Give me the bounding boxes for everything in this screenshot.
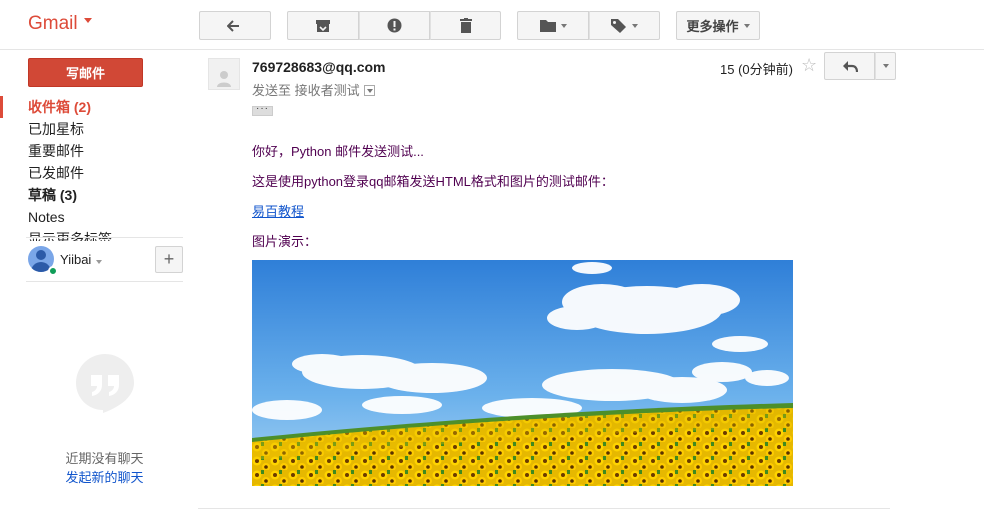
sidebar-item-important[interactable]: 重要邮件 <box>0 140 190 162</box>
no-recent-chats-text: 近期没有聊天 <box>65 451 144 466</box>
move-to-button[interactable] <box>517 11 589 40</box>
report-spam-icon <box>387 18 402 33</box>
gmail-logo-text: Gmail <box>28 13 78 34</box>
back-button[interactable] <box>199 11 271 40</box>
report-spam-button[interactable] <box>359 11 430 40</box>
chevron-down-icon <box>560 23 567 28</box>
labels-button[interactable] <box>589 11 660 40</box>
archive-button[interactable] <box>287 11 359 40</box>
online-status-icon <box>48 266 58 276</box>
sidebar-nav: 收件箱 (2) 已加星标 重要邮件 已发邮件 草稿 (3) Notes 显示更多… <box>0 96 190 241</box>
label-tag-icon <box>611 18 626 33</box>
message-bottom-divider <box>198 508 890 509</box>
star-icon[interactable]: ☆ <box>801 55 817 76</box>
trash-icon <box>459 18 472 33</box>
sidebar-item-more-labels[interactable]: 显示更多标签 <box>0 228 190 241</box>
hangouts-user-row: Yiibai + <box>26 244 183 282</box>
sunflower-field-image <box>252 260 793 486</box>
message-time: 15 (0分钟前) <box>720 62 793 77</box>
chevron-down-icon <box>96 260 103 264</box>
sidebar-item-drafts[interactable]: 草稿 (3) <box>0 184 190 206</box>
body-greeting: 你好，Python 邮件发送测试... <box>252 144 424 159</box>
chevron-down-icon <box>743 23 750 28</box>
message-actions-group <box>287 11 501 40</box>
chevron-down-icon <box>83 18 92 24</box>
default-person-icon <box>217 71 231 87</box>
archive-icon <box>316 19 330 32</box>
reply-button-group <box>824 52 896 80</box>
user-name-menu[interactable]: Yiibai <box>60 252 103 267</box>
reply-arrow-icon <box>842 60 858 72</box>
sidebar-item-notes[interactable]: Notes <box>0 206 190 228</box>
chevron-down-icon <box>882 64 889 68</box>
sidebar-item-starred[interactable]: 已加星标 <box>0 118 190 140</box>
top-toolbar: Gmail 更多操作 <box>0 0 984 50</box>
folder-icon <box>539 20 556 32</box>
delete-button[interactable] <box>430 11 501 40</box>
new-chat-plus-button[interactable]: + <box>155 246 183 273</box>
recipient-line: 发送至 接收者测试 <box>252 80 375 99</box>
more-actions-label: 更多操作 <box>686 19 739 34</box>
back-arrow-icon <box>227 19 239 32</box>
sidebar-divider <box>26 237 183 238</box>
sender-email[interactable]: 769728683@qq.com <box>252 59 386 75</box>
more-actions-button[interactable]: 更多操作 <box>676 11 760 40</box>
start-new-chat-link[interactable]: 发起新的聊天 <box>26 467 183 486</box>
body-link[interactable]: 易百教程 <box>252 201 304 220</box>
recipient-text: 发送至 接收者测试 <box>252 83 360 98</box>
user-name: Yiibai <box>60 252 92 267</box>
more-reply-options-button[interactable] <box>875 52 896 80</box>
hangouts-icon <box>76 354 134 413</box>
compose-button[interactable]: 写邮件 <box>28 58 143 87</box>
avatar-head <box>36 250 46 260</box>
gmail-logo-menu[interactable]: Gmail <box>28 13 92 35</box>
body-image-caption: 图片演示： <box>252 234 318 249</box>
sender-avatar <box>208 58 240 90</box>
sidebar-item-sent[interactable]: 已发邮件 <box>0 162 190 184</box>
chevron-down-icon <box>632 23 638 28</box>
show-details-dropdown[interactable] <box>363 85 375 96</box>
sidebar-item-inbox[interactable]: 收件箱 (2) <box>0 96 190 118</box>
reply-button[interactable] <box>824 52 875 80</box>
organize-group <box>517 11 660 40</box>
body-intro: 这是使用python登录qq邮箱发送HTML格式和图片的测试邮件： <box>252 174 614 189</box>
show-trimmed-content-button[interactable]: ··· <box>252 104 273 116</box>
